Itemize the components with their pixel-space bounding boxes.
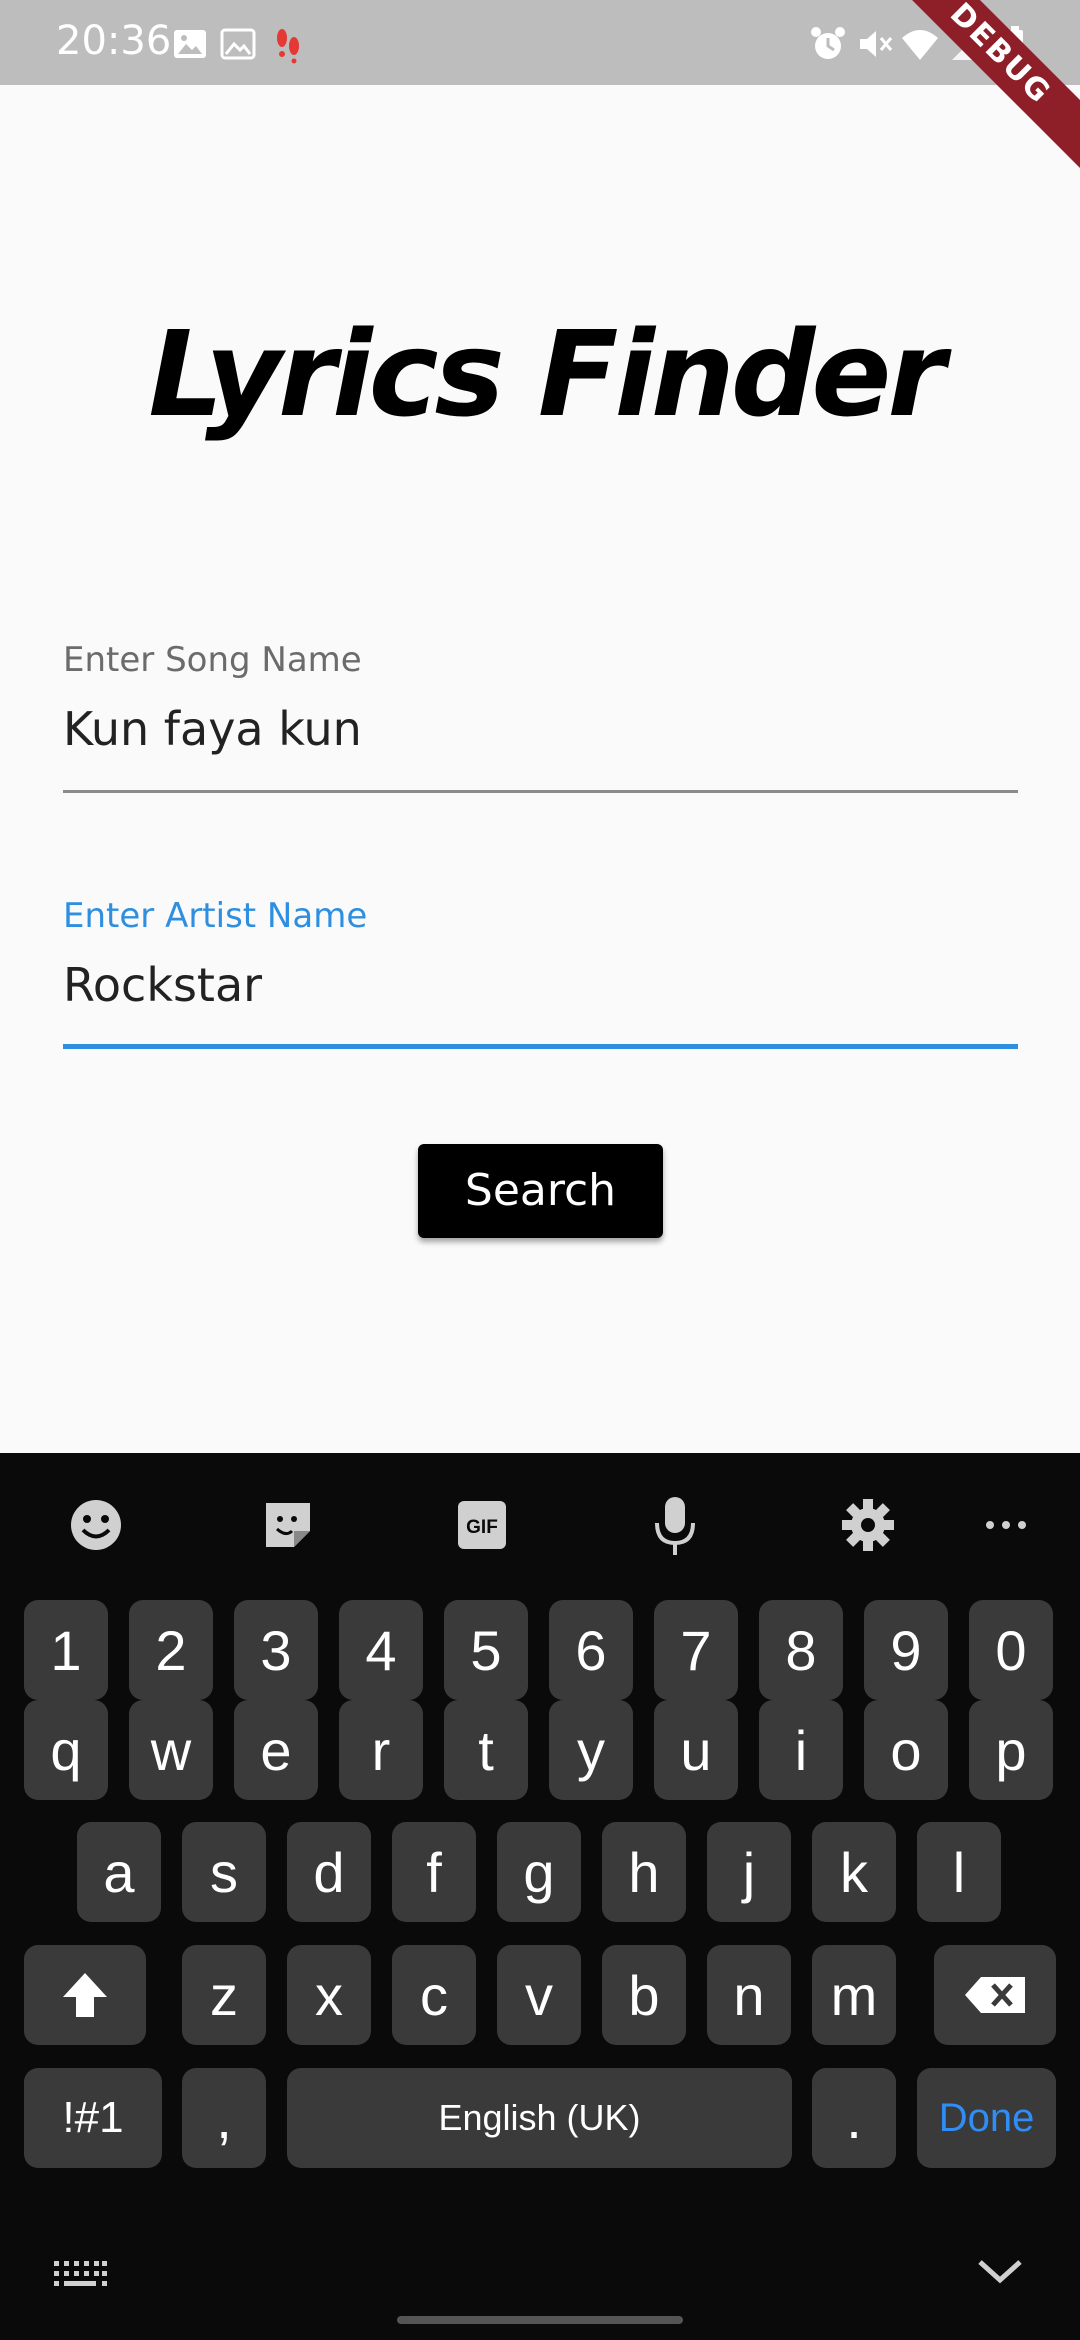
key-x[interactable]: x [287,1945,371,2045]
key-f[interactable]: f [392,1822,476,1922]
key-w[interactable]: w [129,1700,213,1800]
key-9[interactable]: 9 [864,1600,948,1700]
key-d[interactable]: d [287,1822,371,1922]
key-l[interactable]: l [917,1822,1001,1922]
artist-name-field[interactable]: Enter Artist Name Rockstar [63,896,1018,1051]
more-icon[interactable] [974,1493,1038,1557]
backspace-icon [965,1977,1025,2013]
key-3[interactable]: 3 [234,1600,318,1700]
status-time: 20:36 [56,18,172,64]
key-m[interactable]: m [812,1945,896,2045]
key-5[interactable]: 5 [444,1600,528,1700]
comma-key[interactable]: , [182,2068,266,2168]
shift-key[interactable] [24,1945,146,2045]
key-a[interactable]: a [77,1822,161,1922]
gif-icon[interactable]: GIF [450,1493,514,1557]
backspace-key[interactable] [934,1945,1056,2045]
artist-name-input[interactable]: Rockstar [63,958,262,1012]
wifi-icon [902,30,938,60]
mute-icon [860,31,893,57]
space-key[interactable]: English (UK) [287,2068,792,2168]
key-e[interactable]: e [234,1700,318,1800]
period-key[interactable]: . [812,2068,896,2168]
song-name-label: Enter Song Name [63,640,362,680]
key-s[interactable]: s [182,1822,266,1922]
key-k[interactable]: k [812,1822,896,1922]
emoji-icon[interactable] [64,1493,128,1557]
symbols-key[interactable]: !#1 [24,2068,162,2168]
microphone-icon[interactable] [643,1493,707,1557]
key-r[interactable]: r [339,1700,423,1800]
navigation-handle[interactable] [397,2316,683,2324]
sticker-icon[interactable] [256,1493,320,1557]
key-t[interactable]: t [444,1700,528,1800]
key-z[interactable]: z [182,1945,266,2045]
key-i[interactable]: i [759,1700,843,1800]
gif-label: GIF [466,1517,498,1538]
key-j[interactable]: j [707,1822,791,1922]
app-title: Lyrics Finder [148,305,945,443]
shift-icon [63,1973,107,2017]
key-c[interactable]: c [392,1945,476,2045]
chevron-down-icon[interactable] [975,2251,1025,2291]
song-name-input[interactable]: Kun faya kun [63,702,362,756]
key-7[interactable]: 7 [654,1600,738,1700]
key-h[interactable]: h [602,1822,686,1922]
photo-icon [220,28,256,60]
search-button[interactable]: Search [418,1144,663,1238]
key-o[interactable]: o [864,1700,948,1800]
key-y[interactable]: y [549,1700,633,1800]
key-4[interactable]: 4 [339,1600,423,1700]
song-name-underline [63,790,1018,793]
keyboard-switch-icon[interactable] [52,2256,108,2292]
key-u[interactable]: u [654,1700,738,1800]
done-key[interactable]: Done [917,2068,1056,2168]
image-icon [174,30,206,58]
status-bar: 20:36 DEBUG [0,0,1080,178]
key-1[interactable]: 1 [24,1600,108,1700]
settings-icon[interactable] [836,1493,900,1557]
artist-name-label: Enter Artist Name [63,896,368,936]
key-p[interactable]: p [969,1700,1053,1800]
alarm-icon [811,27,845,59]
key-g[interactable]: g [497,1822,581,1922]
footprints-icon [277,29,299,64]
key-q[interactable]: q [24,1700,108,1800]
keyboard: GIF 1 2 3 4 5 6 7 8 9 0 q w e r t y u i … [0,1453,1080,2340]
artist-name-underline [63,1044,1018,1049]
song-name-field[interactable]: Enter Song Name Kun faya kun [63,640,1018,795]
key-b[interactable]: b [602,1945,686,2045]
key-v[interactable]: v [497,1945,581,2045]
key-6[interactable]: 6 [549,1600,633,1700]
screen: 20:36 DEBUG Lyrics Finder Enter Song Nam… [0,0,1080,2340]
key-0[interactable]: 0 [969,1600,1053,1700]
key-2[interactable]: 2 [129,1600,213,1700]
key-n[interactable]: n [707,1945,791,2045]
key-8[interactable]: 8 [759,1600,843,1700]
